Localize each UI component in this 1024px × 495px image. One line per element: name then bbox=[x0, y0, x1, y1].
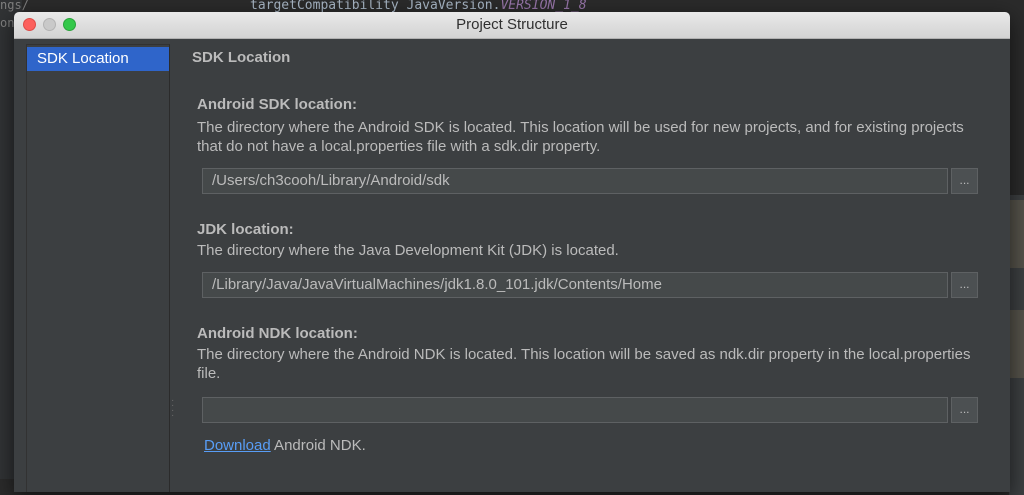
android-ndk-description: The directory where the Android NDK is l… bbox=[197, 346, 971, 382]
sidebar-item-sdk-location[interactable]: SDK Location bbox=[27, 47, 169, 71]
android-ndk-path-field[interactable] bbox=[202, 397, 948, 423]
sidebar: SDK Location bbox=[26, 44, 170, 492]
android-ndk-browse-button[interactable]: ... bbox=[951, 397, 978, 423]
download-ndk-suffix: Android NDK. bbox=[270, 437, 366, 454]
title-bar[interactable]: Project Structure bbox=[14, 12, 1010, 39]
android-sdk-description: The directory where the Android SDK is l… bbox=[197, 119, 964, 155]
jdk-description: The directory where the Java Development… bbox=[197, 242, 619, 259]
background-marker bbox=[1009, 310, 1024, 378]
download-ndk-link[interactable]: Download bbox=[204, 437, 271, 454]
background-marker bbox=[1009, 200, 1024, 268]
jdk-path-field[interactable]: /Library/Java/JavaVirtualMachines/jdk1.8… bbox=[202, 272, 948, 298]
jdk-heading: JDK location: bbox=[197, 221, 294, 238]
window-title: Project Structure bbox=[456, 16, 568, 33]
jdk-browse-button[interactable]: ... bbox=[951, 272, 978, 298]
background-side-text: on bbox=[0, 16, 15, 30]
sidebar-item-label: SDK Location bbox=[37, 50, 129, 67]
android-sdk-heading: Android SDK location: bbox=[197, 96, 357, 113]
section-title: SDK Location bbox=[192, 49, 291, 66]
android-sdk-browse-button[interactable]: ... bbox=[951, 168, 978, 194]
android-ndk-heading: Android NDK location: bbox=[197, 325, 358, 342]
project-structure-window: Project Structure SDK Location · · · · SDK … bbox=[14, 12, 1010, 492]
background-side-text: ngs/ bbox=[0, 0, 29, 12]
android-sdk-path-field[interactable]: /Users/ch3cooh/Library/Android/sdk bbox=[202, 168, 948, 194]
splitter-handle[interactable]: · · · · bbox=[171, 396, 175, 421]
download-ndk-row: Download Android NDK. bbox=[204, 437, 366, 454]
